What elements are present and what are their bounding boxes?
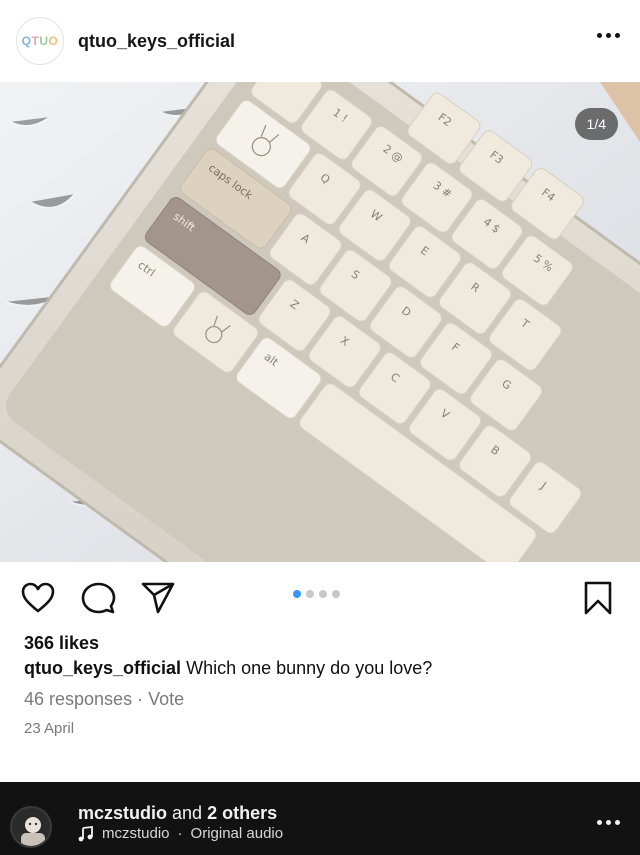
post-image[interactable]: 1 ! 2 @ 3 # 4 $ 5 % F2 F3 F4 Q W E R T c… [0, 82, 640, 562]
logo-letter-u: U [39, 34, 49, 48]
comment-icon[interactable] [80, 580, 116, 616]
heart-icon[interactable] [20, 580, 56, 616]
next-post-username[interactable]: mczstudio [78, 803, 167, 823]
keyboard-photo: 1 ! 2 @ 3 # 4 $ 5 % F2 F3 F4 Q W E R T c… [0, 82, 640, 562]
next-post-more-button[interactable] [597, 820, 620, 825]
logo-letter-q: Q [21, 34, 32, 48]
more-options-button[interactable] [597, 33, 620, 38]
responses-row: 46 responses · Vote [24, 689, 184, 710]
next-post-avatar[interactable] [10, 806, 52, 848]
caption: qtuo_keys_official Which one bunny do yo… [24, 658, 432, 679]
more-dot [597, 820, 602, 825]
caption-username[interactable]: qtuo_keys_official [24, 658, 181, 678]
brand-logo: QTUO [22, 34, 59, 48]
logo-letter-o: O [48, 34, 59, 48]
carousel-dot [319, 590, 327, 598]
action-bar [0, 570, 640, 626]
caption-text: Which one bunny do you love? [186, 658, 433, 678]
carousel-indicator [293, 590, 340, 598]
carousel-dot-active [293, 590, 301, 598]
carousel-dot [306, 590, 314, 598]
music-note-icon [78, 825, 93, 841]
post-date: 23 April [24, 720, 75, 737]
audio-username: mczstudio [102, 825, 170, 842]
bookmark-icon[interactable] [580, 580, 616, 616]
page-counter: 1/4 [574, 108, 618, 140]
vote-link[interactable]: Vote [148, 689, 184, 709]
more-dot [606, 33, 611, 38]
and-text: and [172, 803, 203, 823]
more-dot [615, 33, 620, 38]
responses-link[interactable]: 46 responses [24, 689, 132, 709]
next-post-title: mczstudio and 2 others [78, 803, 277, 824]
more-dot [615, 820, 620, 825]
audio-info[interactable]: mczstudio · Original audio [78, 825, 283, 842]
separator-dot: · [137, 689, 144, 709]
others-link[interactable]: 2 others [207, 803, 277, 823]
post-header: QTUO qtuo_keys_official [0, 0, 640, 82]
more-dot [597, 33, 602, 38]
audio-label: Original audio [190, 825, 284, 842]
post-username[interactable]: qtuo_keys_official [78, 31, 235, 52]
share-icon[interactable] [140, 580, 176, 616]
profile-avatar[interactable]: QTUO [16, 17, 64, 65]
audio-separator: · [177, 825, 183, 842]
next-post-bar[interactable]: mczstudio and 2 others mczstudio · Origi… [0, 782, 640, 855]
logo-letter-t: T [31, 34, 40, 48]
carousel-dot [332, 590, 340, 598]
more-dot [606, 820, 611, 825]
likes-count[interactable]: 366 likes [24, 633, 99, 654]
